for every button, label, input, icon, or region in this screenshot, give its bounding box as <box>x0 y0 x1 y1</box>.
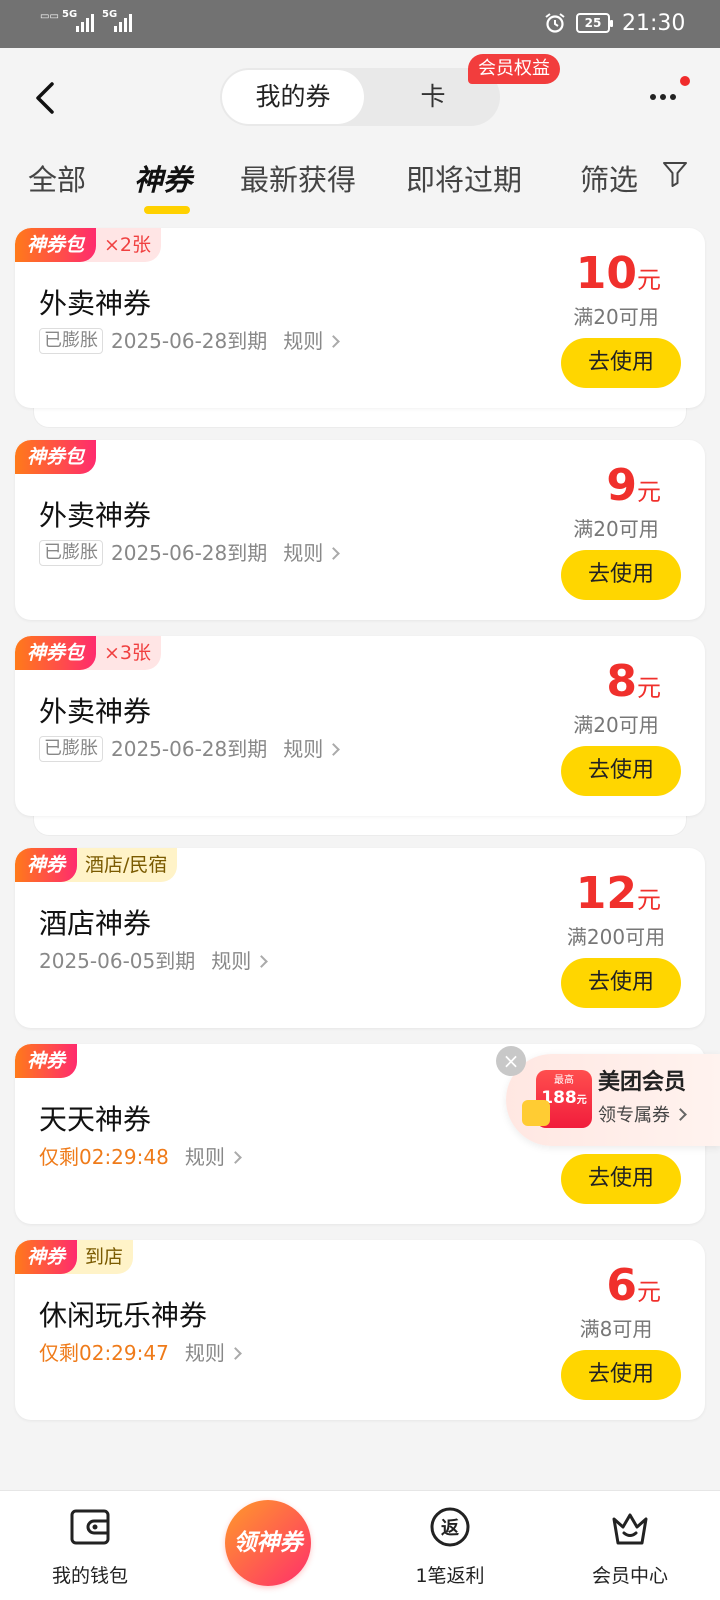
nav-rebate-label: 1笔返利 <box>415 1565 485 1587</box>
status-bar: ▭▭ 5G 5G 25 21:30 <box>0 0 720 48</box>
member-promo-float[interactable]: 最高 188元 美团会员 领专属券 <box>506 1054 720 1146</box>
signal-icon <box>76 14 94 32</box>
coupon-card[interactable]: 神券 到店 休闲玩乐神券 仅剩02:29:47 规则 6元 满8可用 去使用 <box>15 1240 705 1420</box>
coupon-title: 外卖神券 <box>39 287 152 320</box>
coupon-tag: 神券包 <box>15 228 97 262</box>
coupon-tag: 神券包 <box>15 440 97 474</box>
use-coupon-button[interactable]: 去使用 <box>561 1350 681 1400</box>
nav-member-label: 会员中心 <box>591 1565 668 1587</box>
coupon-rules-link[interactable]: 规则 <box>185 1144 242 1170</box>
active-tab-indicator <box>144 206 190 214</box>
close-icon[interactable]: × <box>496 1046 526 1076</box>
tab-filter[interactable]: 筛选 <box>580 156 638 204</box>
coupon-tag: 神券 <box>15 848 78 882</box>
use-coupon-button[interactable]: 去使用 <box>561 958 681 1008</box>
coupon-title: 酒店神券 <box>39 907 152 940</box>
coupon-tag: 神券包 <box>15 636 97 670</box>
coupon-expiry: 2025-06-05到期 <box>39 949 196 973</box>
coupon-category: 酒店/民宿 <box>61 848 178 882</box>
nav-rebate[interactable]: 返 1笔返利 <box>360 1491 540 1600</box>
tab-expiring[interactable]: 即将过期 <box>406 156 522 204</box>
rebate-icon: 返 <box>430 1507 470 1547</box>
filter-tabs: 全部 神券 最新获得 即将过期 筛选 <box>0 156 720 214</box>
coupon-rules-link[interactable]: 规则 <box>283 736 341 762</box>
coupon-status: 已膨胀 <box>39 540 103 566</box>
coupon-countdown: 仅剩02:29:47 <box>39 1341 169 1365</box>
coupon-condition: 满8可用 <box>579 1317 653 1341</box>
coupon-condition: 满20可用 <box>573 305 659 329</box>
tab-all[interactable]: 全部 <box>28 156 86 204</box>
chevron-right-icon <box>228 1151 242 1164</box>
coupon-expiry: 2025-06-28到期 <box>111 329 268 353</box>
more-menu-icon[interactable] <box>650 76 690 116</box>
coupon-condition: 满20可用 <box>573 713 659 737</box>
tab-shenquan[interactable]: 神券 <box>134 156 192 204</box>
promo-small-label: 最高 <box>554 1075 574 1086</box>
promo-unit: 元 <box>576 1095 587 1106</box>
coupon-card[interactable]: 神券包 ×3张 外卖神券 已膨胀 2025-06-28到期 规则 8元 满20可用 去… <box>15 636 705 816</box>
coupon-title: 天天神券 <box>39 1103 152 1136</box>
network-label-1: 5G <box>62 9 78 20</box>
coupon-card[interactable]: 神券包 ×2张 外卖神券 已膨胀 2025-06-28到期 规则 10元 满20可用 … <box>15 228 705 408</box>
use-coupon-button[interactable]: 去使用 <box>561 550 681 600</box>
coupon-rules-link[interactable]: 规则 <box>283 328 341 354</box>
coin-icon <box>522 1100 550 1126</box>
nav-wallet[interactable]: 我的钱包 <box>0 1491 180 1600</box>
bottom-nav: 我的钱包 返 1笔返利 会员中心 <box>0 1490 720 1600</box>
filter-icon[interactable] <box>662 160 688 188</box>
segment-control: 我的券 卡 <box>220 68 500 126</box>
segment-my-coupons[interactable]: 我的券 <box>222 70 364 124</box>
chevron-right-icon <box>327 547 341 560</box>
promo-subtitle: 领专属券 <box>598 1104 687 1128</box>
coupon-card[interactable]: 神券 酒店/民宿 酒店神券 2025-06-05到期 规则 12元 满200可用 去… <box>15 848 705 1028</box>
nav-member-center[interactable]: 会员中心 <box>540 1491 720 1600</box>
nav-wallet-label: 我的钱包 <box>51 1565 128 1587</box>
coupon-card[interactable]: 神券包 外卖神券 已膨胀 2025-06-28到期 规则 9元 满20可用 去使用 <box>15 440 705 620</box>
coupon-tag: 神券 <box>15 1044 78 1078</box>
coupon-status: 已膨胀 <box>39 328 103 354</box>
coupon-countdown: 仅剩02:29:48 <box>39 1145 169 1169</box>
coupon-amount: 9元 <box>606 460 661 511</box>
crown-bag-icon <box>612 1513 648 1545</box>
signal-icon-2 <box>114 14 132 32</box>
coupon-tag: 神券 <box>15 1240 78 1274</box>
chevron-right-icon <box>674 1108 687 1121</box>
vip-benefits-badge[interactable]: 会员权益 <box>468 54 560 84</box>
promo-coupon-graphic: 最高 188元 <box>522 1070 592 1128</box>
coupon-rules-link[interactable]: 规则 <box>185 1340 242 1366</box>
wallet-icon <box>70 1509 110 1545</box>
tab-newest[interactable]: 最新获得 <box>240 156 356 204</box>
chevron-right-icon <box>327 743 341 756</box>
use-coupon-button[interactable]: 去使用 <box>561 338 681 388</box>
coupon-title: 休闲玩乐神券 <box>39 1299 208 1332</box>
promo-title: 美团会员 <box>598 1070 687 1095</box>
chevron-right-icon <box>228 1347 242 1360</box>
coupon-amount: 8元 <box>606 656 661 707</box>
status-time: 21:30 <box>622 11 686 36</box>
coupon-condition: 满20可用 <box>573 517 659 541</box>
coupon-rules-link[interactable]: 规则 <box>211 948 269 974</box>
coupon-amount: 10元 <box>575 248 661 299</box>
coupon-condition: 满200可用 <box>566 925 666 949</box>
coupon-title: 外卖神券 <box>39 499 152 532</box>
coupon-title: 外卖神券 <box>39 695 152 728</box>
notification-dot <box>680 76 690 86</box>
coupon-expiry: 2025-06-28到期 <box>111 541 268 565</box>
back-arrow-icon[interactable] <box>28 78 64 118</box>
coupon-amount: 6元 <box>606 1260 661 1311</box>
coupon-rules-link[interactable]: 规则 <box>283 540 341 566</box>
svg-text:返: 返 <box>441 1518 459 1539</box>
alarm-icon <box>545 13 565 33</box>
use-coupon-button[interactable]: 去使用 <box>561 746 681 796</box>
header: 我的券 卡 会员权益 全部 神券 最新获得 即将过期 筛选 <box>0 48 720 218</box>
coupon-amount: 12元 <box>575 868 661 919</box>
battery-icon: 25 <box>576 13 613 33</box>
get-coupon-button[interactable]: 领神券 <box>225 1500 311 1586</box>
coupon-expiry: 2025-06-28到期 <box>111 737 268 761</box>
use-coupon-button[interactable]: 去使用 <box>561 1154 681 1204</box>
chevron-right-icon <box>255 955 269 968</box>
chevron-right-icon <box>327 335 341 348</box>
coupon-status: 已膨胀 <box>39 736 103 762</box>
sim-indicator: ▭▭ <box>40 11 59 22</box>
